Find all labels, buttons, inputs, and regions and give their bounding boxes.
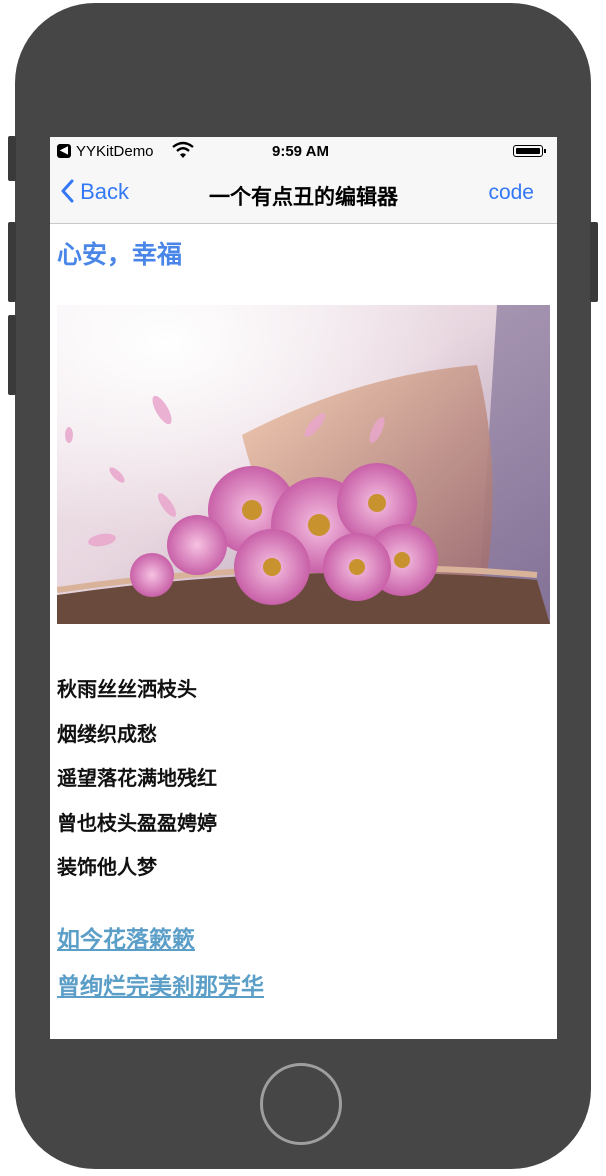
- back-button-label: Back: [80, 179, 130, 204]
- poem-line: 遥望落花满地残红: [57, 768, 217, 790]
- volume-up-button: [8, 222, 16, 302]
- poem-line: 秋雨丝丝洒枝头: [57, 679, 197, 701]
- poem-line: 烟缕织成愁: [57, 723, 157, 746]
- wifi-icon: [172, 141, 194, 158]
- status-bar: ◀ YYKitDemo 9:59 AM: [50, 137, 557, 165]
- device-screen: ◀ YYKitDemo 9:59 AM Back 一个有点丑的编辑器 code …: [50, 137, 557, 1039]
- link-falling-flowers[interactable]: 如今花落簌簌: [57, 925, 264, 972]
- home-button[interactable]: [260, 1063, 342, 1145]
- power-button: [590, 222, 598, 302]
- link-brief-glory[interactable]: 曾绚烂完美刹那芳华: [57, 972, 264, 1019]
- link-list: 如今花落簌簌 曾绚烂完美刹那芳华: [57, 925, 264, 1019]
- status-time: 9:59 AM: [272, 143, 329, 160]
- back-button[interactable]: Back: [60, 179, 129, 205]
- article-heading: 心安，幸福: [57, 241, 183, 269]
- battery-icon: [513, 145, 546, 157]
- poem: 秋雨丝丝洒枝头 烟缕织成愁 遥望落花满地残红 曾也枝头盈盈娉婷 装饰他人梦: [57, 678, 217, 901]
- mute-switch: [8, 136, 16, 181]
- back-to-app-icon[interactable]: ◀: [57, 144, 71, 158]
- navigation-bar: Back 一个有点丑的编辑器 code: [50, 165, 557, 224]
- poem-line: 装饰他人梦: [57, 857, 157, 879]
- flower-book-image: [57, 305, 550, 624]
- code-button[interactable]: code: [488, 181, 534, 205]
- poem-line: 曾也枝头盈盈娉婷: [57, 812, 217, 835]
- chevron-left-icon: [61, 179, 74, 203]
- volume-down-button: [8, 315, 16, 395]
- status-app-name[interactable]: YYKitDemo: [76, 143, 154, 160]
